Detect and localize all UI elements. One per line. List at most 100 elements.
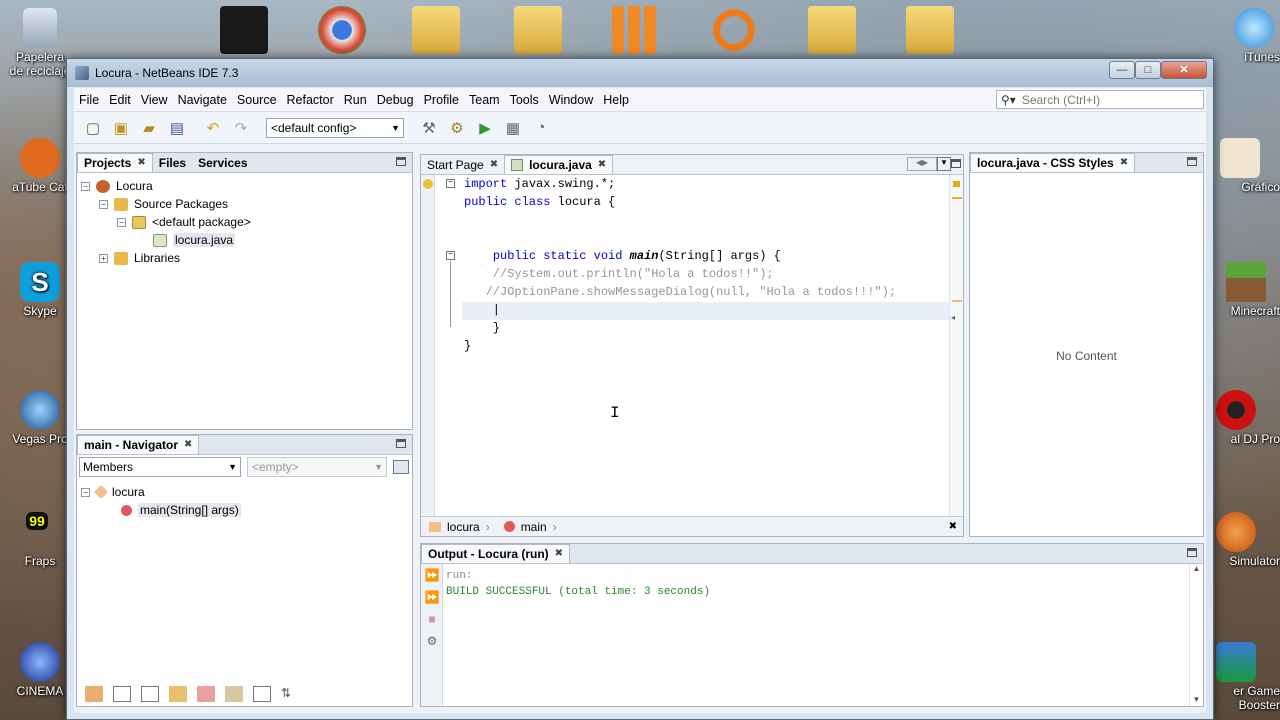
close-icon[interactable]: ✖ (137, 154, 145, 172)
settings-icon[interactable]: ⚙ (424, 634, 440, 648)
folder-icon[interactable] (514, 6, 562, 54)
breadcrumb-method[interactable]: main (521, 520, 547, 534)
menu-profile[interactable]: Profile (419, 93, 464, 107)
desktop-icon-game-booster[interactable]: er Game Booster (1208, 642, 1280, 712)
rerun-icon[interactable]: ⏩ (424, 568, 440, 582)
tab-projects[interactable]: Projects ✖ (77, 153, 153, 172)
desktop-icon-itunes[interactable]: iTunes (1212, 8, 1280, 64)
save-all-icon[interactable]: ▤ (166, 117, 188, 139)
field-filter-icon[interactable] (113, 686, 131, 702)
close-icon[interactable]: ✖ (184, 436, 192, 454)
close-icon[interactable]: ✖ (490, 156, 498, 174)
tab-start-page[interactable]: Start Page ✖ (421, 155, 504, 174)
tab-navigator[interactable]: main - Navigator ✖ (77, 435, 200, 454)
tree-node-project[interactable]: − Locura (77, 177, 412, 195)
rerun-with-options-icon[interactable]: ⏩ (424, 590, 440, 604)
minimize-panel-icon[interactable] (1187, 548, 1197, 557)
folder-icon[interactable] (808, 6, 856, 54)
menu-team[interactable]: Team (464, 93, 505, 107)
marker[interactable] (952, 300, 962, 302)
menu-view[interactable]: View (136, 93, 173, 107)
menu-debug[interactable]: Debug (372, 93, 419, 107)
tab-services[interactable]: Services (192, 153, 253, 172)
minimize-panel-icon[interactable] (396, 439, 406, 448)
tree-node-libraries[interactable]: + Libraries (77, 249, 412, 267)
sort-position-icon[interactable]: ⇅ (281, 686, 299, 702)
lightbulb-icon[interactable] (423, 179, 433, 189)
warning-marker[interactable] (953, 181, 960, 187)
menu-run[interactable]: Run (339, 93, 372, 107)
folder-icon[interactable] (412, 6, 460, 54)
desktop-icon-grafico[interactable]: Gráfico (1212, 138, 1280, 194)
desktop-icon-fraps[interactable]: 99 Fraps (8, 512, 72, 568)
filter-icon[interactable] (85, 686, 103, 702)
tab-output[interactable]: Output - Locura (run) ✖ (421, 544, 571, 563)
tab-locura-java[interactable]: locura.java ✖ (504, 155, 614, 174)
nonpublic-filter-icon[interactable] (169, 686, 187, 702)
menu-edit[interactable]: Edit (104, 93, 136, 107)
minimize-panel-icon[interactable] (1187, 157, 1197, 166)
breadcrumb-class[interactable]: locura (447, 520, 480, 534)
tree-node-default-package[interactable]: − <default package> (77, 213, 412, 231)
player-icon[interactable] (710, 6, 758, 54)
title-bar[interactable]: Locura - NetBeans IDE 7.3 — □ ✕ (67, 59, 1213, 87)
sort-name-icon[interactable] (253, 686, 271, 702)
maximize-editor-icon[interactable] (951, 159, 961, 168)
desktop-icon-cinema[interactable]: CINEMA (8, 642, 72, 698)
desktop-icon-simulator[interactable]: Simulator (1212, 512, 1280, 568)
run-icon[interactable]: ▶ (474, 117, 496, 139)
config-select[interactable]: <default config> ▼ (266, 117, 404, 138)
menu-file[interactable]: File (74, 93, 104, 107)
scope-select[interactable]: <empty> ▼ (247, 457, 387, 477)
menu-window[interactable]: Window (544, 93, 598, 107)
navigator-options-icon[interactable] (393, 460, 409, 474)
desktop-icon-atube[interactable]: aTube Cat (8, 138, 72, 194)
new-file-icon[interactable]: ▢ (82, 117, 104, 139)
redo-icon[interactable]: ↷ (230, 117, 252, 139)
desktop-icon-recycle-bin[interactable]: Papelera de reciclaje (8, 8, 72, 78)
caret-marker[interactable]: ◂ (951, 313, 955, 322)
build-hammer-icon[interactable]: ⚒ (418, 117, 440, 139)
tab-scroll-icons[interactable]: ◀▶ (907, 157, 937, 171)
code-area[interactable]: − − import javax.swing.*; public class lo… (434, 175, 949, 516)
maximize-button[interactable]: □ (1135, 61, 1161, 79)
nav-class-node[interactable]: − locura (77, 483, 412, 501)
tree-node-source-packages[interactable]: − Source Packages (77, 195, 412, 213)
tab-files[interactable]: Files (153, 153, 192, 172)
marker[interactable] (952, 197, 962, 199)
members-select[interactable]: Members ▼ (79, 457, 241, 477)
desktop-icon-dj[interactable]: al DJ Pro (1212, 390, 1280, 446)
close-icon[interactable]: ✖ (1120, 154, 1128, 172)
menu-source[interactable]: Source (232, 93, 282, 107)
collapse-icon[interactable]: − (117, 217, 126, 227)
open-project-icon[interactable]: ▰ (138, 117, 160, 139)
close-icon[interactable]: ✖ (598, 156, 606, 174)
static-filter-icon[interactable] (141, 686, 159, 702)
close-icon[interactable]: ✖ (949, 521, 957, 532)
menu-refactor[interactable]: Refactor (282, 93, 339, 107)
minimize-button[interactable]: — (1109, 61, 1135, 79)
app-grid-icon[interactable] (612, 6, 660, 54)
output-scrollbar[interactable]: ▲ ▼ (1189, 564, 1203, 706)
desktop-icon-minecraft[interactable]: Minecraft (1212, 262, 1280, 318)
sort-icon[interactable] (225, 686, 243, 702)
folder-icon[interactable] (906, 6, 954, 54)
desktop-icon-vegas[interactable]: Vegas Pro (8, 390, 72, 446)
collapse-icon[interactable]: − (81, 487, 90, 497)
close-button[interactable]: ✕ (1161, 61, 1207, 79)
inherited-filter-icon[interactable] (197, 686, 215, 702)
tab-css-styles[interactable]: locura.java - CSS Styles ✖ (970, 153, 1136, 172)
desktop-icon-skype[interactable]: S Skype (8, 262, 72, 318)
close-icon[interactable]: ✖ (555, 545, 563, 563)
minimize-panel-icon[interactable] (396, 157, 406, 166)
collapse-icon[interactable]: − (81, 181, 90, 191)
expand-icon[interactable]: + (99, 253, 108, 263)
fold-icon[interactable]: − (446, 251, 455, 260)
media-app-icon[interactable] (220, 6, 268, 54)
stop-icon[interactable]: ■ (424, 612, 440, 626)
nav-method-node[interactable]: main(String[] args) (77, 501, 412, 519)
fold-icon[interactable]: − (446, 179, 455, 188)
chrome-icon[interactable] (318, 6, 366, 54)
menu-help[interactable]: Help (598, 93, 634, 107)
undo-icon[interactable]: ↶ (202, 117, 224, 139)
